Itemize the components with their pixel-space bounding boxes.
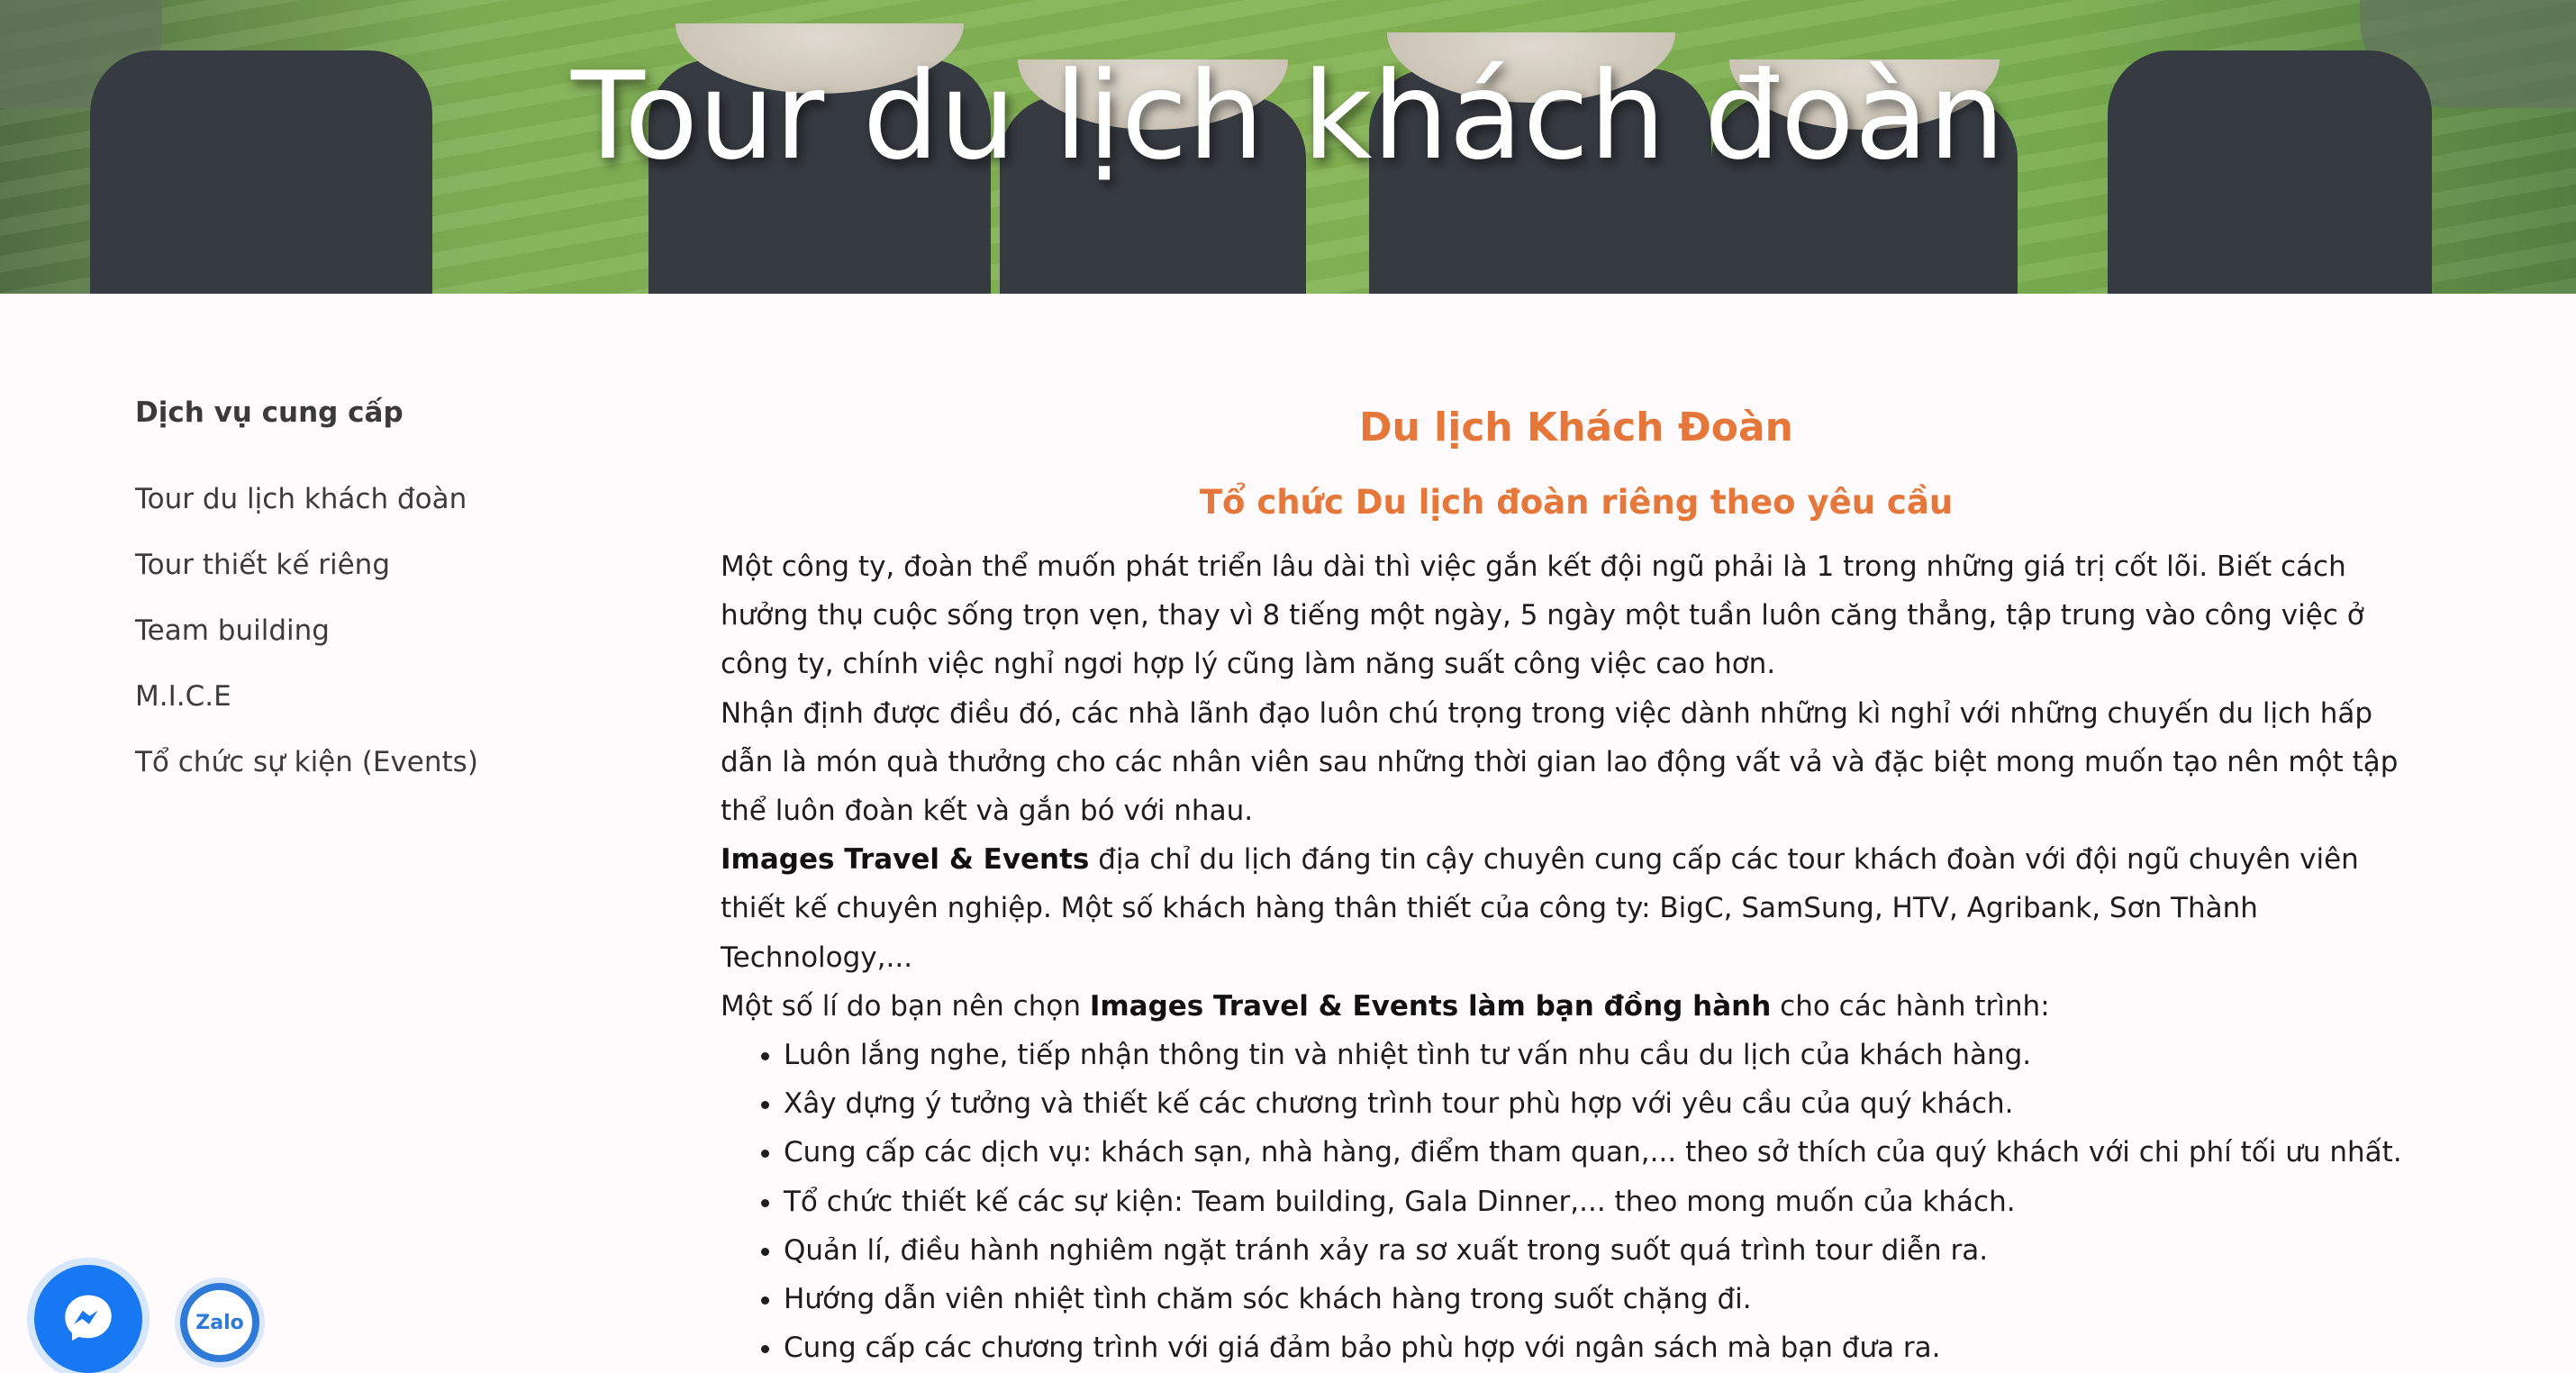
reasons-intro-bold: Images Travel & Events làm bạn đồng hành [1089,989,1772,1023]
company-paragraph: Images Travel & Events địa chỉ du lịch đ… [721,835,2432,982]
sidebar-heading: Dịch vụ cung cấp [135,396,404,429]
messenger-icon [65,1295,112,1341]
list-item: Quản lí, điều hành nghiêm ngặt tránh xảy… [784,1226,2432,1275]
list-item: Cung cấp các chương trình với giá đảm bả… [784,1323,2432,1372]
page-subtitle: Tổ chức Du lịch đoàn riêng theo yêu cầu [1199,483,1954,522]
services-sidebar: Dịch vụ cung cấp Tour du lịch khách đoàn… [135,396,603,810]
list-item: Hướng dẫn viên nhiệt tình chăm sóc khách… [784,1275,2432,1323]
zalo-icon: Zalo [195,1311,244,1334]
hero-banner: Tour du lịch khách đoàn [0,0,2576,294]
reasons-intro-end: cho các hành trình: [1771,989,2050,1023]
main-content: Du lịch Khách Đoàn Tổ chức Du lịch đoàn … [721,396,2432,1372]
list-item: Cung cấp các dịch vụ: khách sạn, nhà hàn… [784,1128,2432,1177]
sidebar-item-mice[interactable]: M.I.C.E [135,678,603,744]
hero-title: Tour du lịch khách đoàn [571,46,2005,186]
leaders-paragraph: Nhận định được điều đó, các nhà lãnh đạo… [721,696,2399,828]
intro-paragraph: Một công ty, đoàn thể muốn phát triển lâ… [721,550,2364,681]
list-item: Xây dựng ý tưởng và thiết kế các chương … [784,1079,2432,1128]
reasons-intro: Một số lí do bạn nên chọn Images Travel … [721,982,2432,1031]
page-title: Du lịch Khách Đoàn [1358,405,1793,450]
sidebar-menu: Tour du lịch khách đoàn Tour thiết kế ri… [135,481,603,810]
reasons-intro-start: Một số lí do bạn nên chọn [721,989,1090,1023]
list-item: Luôn lắng nghe, tiếp nhận thông tin và n… [784,1031,2432,1079]
company-name: Images Travel & Events [721,843,1090,877]
sidebar-item-group-tour[interactable]: Tour du lịch khách đoàn [135,481,603,547]
zalo-chat-button[interactable]: Zalo [180,1283,259,1362]
sidebar-item-custom-tour[interactable]: Tour thiết kế riêng [135,547,603,613]
messenger-chat-button[interactable] [34,1265,142,1373]
sidebar-item-team-building[interactable]: Team building [135,613,603,678]
sidebar-item-events[interactable]: Tổ chức sự kiện (Events) [135,744,603,810]
reasons-list: Luôn lắng nghe, tiếp nhận thông tin và n… [721,1031,2432,1372]
list-item: Tổ chức thiết kế các sự kiện: Team build… [784,1178,2432,1226]
